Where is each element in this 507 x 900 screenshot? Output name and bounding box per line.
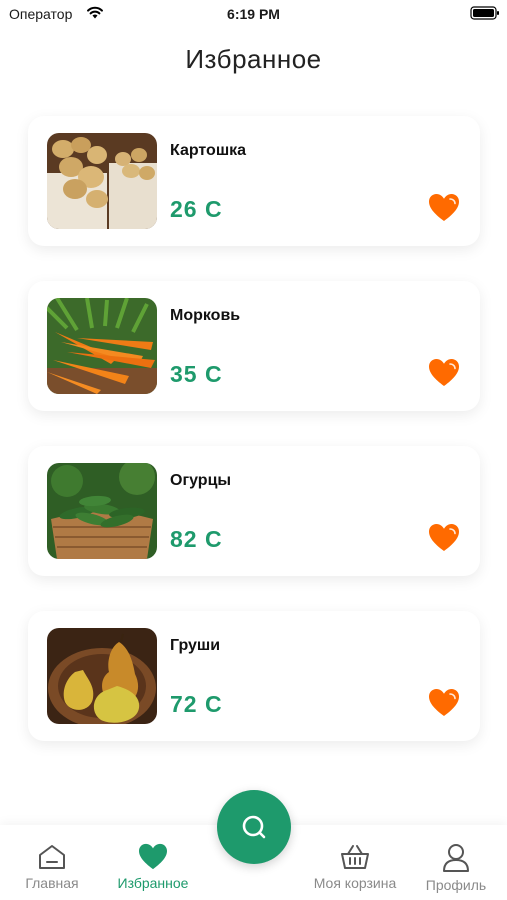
clock: 6:19 PM [227,6,280,22]
product-image-cucumbers [47,463,157,559]
favorite-card[interactable]: Огурцы 82 С [28,446,480,576]
nav-label: Избранное [117,875,189,891]
search-button[interactable] [217,790,291,864]
basket-icon [341,845,369,869]
status-bar: Оператор 6:19 PM [0,0,507,30]
favorite-card[interactable]: Груши 72 С [28,611,480,741]
nav-item-favorites[interactable]: Избранное [103,843,203,891]
product-price: 72 С [170,691,223,717]
nav-item-cart[interactable]: Моя корзина [305,843,405,891]
search-icon [242,815,266,839]
product-price: 35 С [170,361,223,387]
nav-label: Моя корзина [313,875,397,891]
product-price: 26 С [170,196,223,222]
battery-icon [470,6,499,20]
home-icon [39,845,65,869]
product-name: Груши [170,637,221,654]
favorite-card[interactable]: Морковь 35 С [28,281,480,411]
nav-label: Профиль [425,877,487,893]
heart-icon[interactable] [428,688,460,718]
product-image-pears [47,628,157,724]
product-name: Огурцы [170,472,232,489]
nav-label: Главная [25,875,79,891]
product-image-potatoes [47,133,157,229]
product-name: Морковь [170,307,241,324]
product-price: 82 С [170,526,223,552]
heart-icon[interactable] [428,358,460,388]
product-image-carrots [47,298,157,394]
product-name: Картошка [170,142,247,159]
user-icon [443,844,469,872]
heart-icon[interactable] [428,523,460,553]
favorite-card[interactable]: Картошка 26 С [28,116,480,246]
page-title: Избранное [185,44,322,74]
nav-item-profile[interactable]: Профиль [406,843,506,893]
nav-item-home[interactable]: Главная [2,843,102,891]
heart-icon [139,843,167,870]
heart-icon[interactable] [428,193,460,223]
